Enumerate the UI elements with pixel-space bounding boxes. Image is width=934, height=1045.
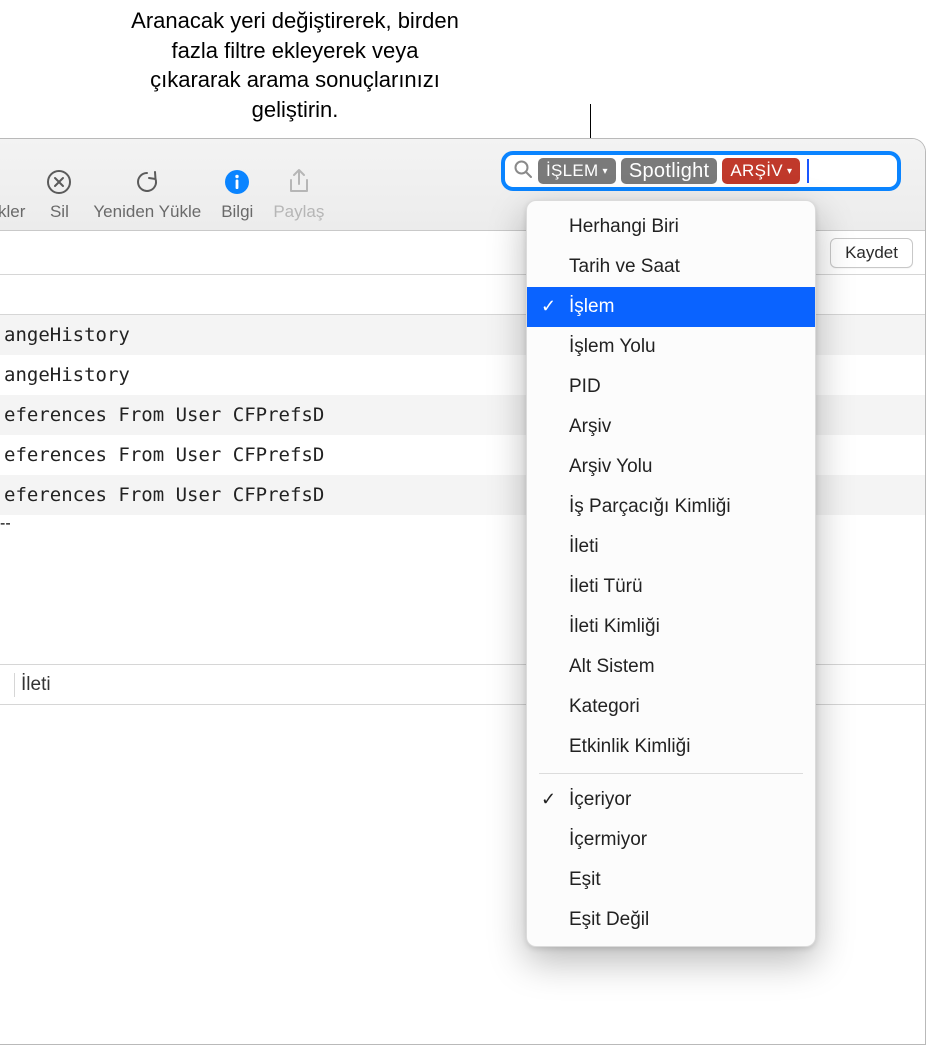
dropdown-item-label: İçermiyor — [569, 829, 647, 851]
search-icon — [513, 159, 533, 184]
toolbar-label: Paylaş — [273, 202, 324, 222]
dropdown-item[interactable]: Alt Sistem — [527, 647, 815, 687]
toolbar-buttons: kler Sil Yeniden Yükle Bilgi — [0, 166, 334, 224]
toolbar-item-yeniden-yukle[interactable]: Yeniden Yükle — [83, 166, 211, 224]
check-icon: ✓ — [541, 296, 556, 317]
text-caret — [807, 159, 809, 183]
dropdown-item[interactable]: Arşiv Yolu — [527, 447, 815, 487]
dropdown-item[interactable]: İleti — [527, 527, 815, 567]
search-token-label: İŞLEM — [546, 161, 599, 181]
dropdown-item-label: Herhangi Biri — [569, 216, 679, 238]
dropdown-item-label: Eşit Değil — [569, 909, 649, 931]
toolbar-label: Sil — [50, 202, 69, 222]
dropdown-item[interactable]: İleti Türü — [527, 567, 815, 607]
dropdown-item-label: İşlem Yolu — [569, 336, 656, 358]
callout-text: Aranacak yeri değiştirerek, birden fazla… — [130, 6, 460, 125]
detail-header-label: İleti — [21, 674, 51, 696]
chevron-down-icon: ▾ — [787, 166, 792, 177]
dropdown-item-label: Kategori — [569, 696, 640, 718]
share-icon — [286, 166, 312, 198]
toolbar-item-kler[interactable]: kler — [0, 166, 35, 224]
dropdown-item[interactable]: ✓ İşlem — [527, 287, 815, 327]
dropdown-item[interactable]: ✓ İçeriyor — [527, 780, 815, 820]
search-token-process[interactable]: İŞLEM ▾ — [538, 158, 616, 184]
check-icon: ✓ — [541, 789, 556, 810]
search-token-text[interactable]: Spotlight — [621, 158, 718, 184]
dropdown-item-label: Alt Sistem — [569, 656, 655, 678]
dropdown-separator — [539, 773, 803, 774]
dropdown-item-label: Eşit — [569, 869, 601, 891]
dropdown-item-label: PID — [569, 376, 601, 398]
save-button[interactable]: Kaydet — [830, 238, 913, 268]
toolbar-item-bilgi[interactable]: Bilgi — [211, 166, 263, 224]
dropdown-item[interactable]: PID — [527, 367, 815, 407]
toolbar-item-paylas: Paylaş — [263, 166, 334, 224]
dropdown-item[interactable]: Arşiv — [527, 407, 815, 447]
dropdown-item[interactable]: Etkinlik Kimliği — [527, 727, 815, 767]
info-icon — [223, 166, 251, 198]
dropdown-item-label: İş Parçacığı Kimliği — [569, 496, 731, 518]
search-token-value: Spotlight — [629, 160, 710, 183]
column-divider — [14, 673, 15, 697]
dropdown-item-label: İçeriyor — [569, 789, 631, 811]
dropdown-item[interactable]: Kategori — [527, 687, 815, 727]
toolbar-label: kler — [0, 202, 25, 222]
filter-dropdown-menu[interactable]: Herhangi Biri Tarih ve Saat ✓ İşlem İşlem Yo… — [526, 200, 816, 947]
dropdown-item[interactable]: Eşit — [527, 860, 815, 900]
close-circle-icon — [45, 166, 73, 198]
dropdown-item[interactable]: İçermiyor — [527, 820, 815, 860]
search-token-label: ARŞİV — [730, 161, 783, 181]
chevron-down-icon: ▾ — [603, 166, 608, 177]
toolbar-item-sil[interactable]: Sil — [35, 166, 83, 224]
dropdown-item-label: İşlem — [569, 296, 614, 318]
dropdown-item-label: İleti — [569, 536, 599, 558]
dropdown-item-label: İleti Kimliği — [569, 616, 660, 638]
search-token-archive[interactable]: ARŞİV ▾ — [722, 158, 800, 184]
dropdown-item-label: Arşiv Yolu — [569, 456, 652, 478]
dropdown-item-label: Etkinlik Kimliği — [569, 736, 690, 758]
dropdown-item[interactable]: Eşit Değil — [527, 900, 815, 940]
dropdown-item[interactable]: İleti Kimliği — [527, 607, 815, 647]
dropdown-item[interactable]: İşlem Yolu — [527, 327, 815, 367]
dropdown-item-label: Tarih ve Saat — [569, 256, 680, 278]
dropdown-item-label: Arşiv — [569, 416, 611, 438]
dropdown-item[interactable]: Herhangi Biri — [527, 207, 815, 247]
search-field[interactable]: İŞLEM ▾ Spotlight ARŞİV ▾ — [501, 151, 901, 191]
reload-icon — [133, 166, 161, 198]
dropdown-item-label: İleti Türü — [569, 576, 643, 598]
toolbar-label: Yeniden Yükle — [93, 202, 201, 222]
toolbar-label: Bilgi — [221, 202, 253, 222]
dropdown-item[interactable]: İş Parçacığı Kimliği — [527, 487, 815, 527]
dropdown-item[interactable]: Tarih ve Saat — [527, 247, 815, 287]
